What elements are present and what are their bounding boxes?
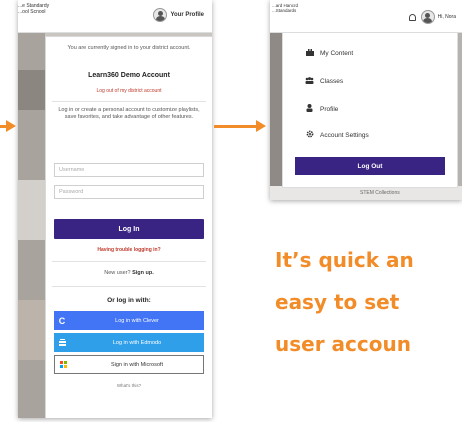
edmodo-label: Log in with Edmodo — [112, 339, 162, 346]
background-image — [18, 70, 45, 110]
arrow-middle — [214, 125, 258, 128]
edmodo-icon — [54, 333, 70, 352]
clever-icon: C — [58, 315, 66, 326]
district-name: ...ard Hancrd ...Standards — [272, 3, 299, 13]
user-icon — [305, 104, 314, 114]
clever-label: Log in with Clever — [115, 317, 159, 324]
new-user-text: New user? Sign up. — [46, 270, 212, 276]
menu-item-profile[interactable]: Profile — [305, 104, 338, 114]
profile-button[interactable]: Your Profile — [153, 8, 204, 22]
background-image — [18, 180, 45, 240]
edmodo-login-button[interactable]: Log in with Edmodo — [54, 333, 204, 352]
sign-in-screen: ...e Standardy ...ool Scnool Your Profil… — [18, 0, 212, 418]
divider — [52, 261, 206, 262]
arrow-left-head — [6, 120, 16, 132]
bell-icon[interactable] — [408, 13, 416, 21]
stem-collections-text: STEM Collections — [360, 190, 400, 196]
personal-account-message: Log in or create a personal account to c… — [58, 107, 200, 120]
briefcase-icon — [305, 48, 314, 58]
avatar-icon[interactable] — [420, 10, 435, 24]
background-image — [270, 32, 282, 200]
tagline-line: It’s quick an — [275, 248, 414, 272]
tagline: It’s quick an easy to set user accoun — [275, 240, 462, 366]
menu-item-label: Classes — [320, 78, 344, 85]
gear-icon — [305, 130, 314, 140]
microsoft-icon — [55, 355, 71, 374]
top-bar: ...e Standardy ...ool Scnool Your Profil… — [18, 0, 212, 33]
menu-item-classes[interactable]: Classes — [305, 77, 343, 86]
user-controls: Hi, Nora — [408, 10, 456, 24]
user-label: Hi, Nora — [437, 14, 456, 20]
signed-in-message: You are currently signed in to your dist… — [67, 45, 191, 51]
sign-up-link[interactable]: Sign up. — [132, 270, 154, 276]
users-icon — [305, 77, 314, 86]
whats-this-link[interactable]: What's this? — [46, 383, 212, 388]
account-name: Learn360 Demo Account — [88, 72, 170, 79]
microsoft-login-button[interactable]: Sign in with Microsoft — [54, 355, 204, 374]
menu-item-label: My Content — [320, 50, 354, 57]
logout-district-link[interactable]: Log out of my district account — [46, 88, 212, 94]
divider — [52, 101, 206, 102]
arrow-middle-head — [256, 120, 266, 132]
account-menu-screen: ...ard Hancrd ...Standards Hi, Nora My C… — [270, 0, 462, 200]
menu-item-account-settings[interactable]: Account Settings — [305, 130, 369, 140]
new-user-prefix: New user? — [104, 270, 131, 276]
menu-item-label: Profile — [320, 105, 339, 113]
divider — [52, 286, 206, 287]
avatar-icon — [153, 8, 168, 22]
login-button[interactable]: Log In — [54, 219, 204, 239]
or-login-with-heading: Or log in with: — [107, 297, 151, 304]
menu-item-label: Account Settings — [320, 131, 369, 139]
tagline-line: easy to set — [275, 290, 400, 314]
password-input[interactable]: Password — [54, 185, 204, 199]
microsoft-label: Sign in with Microsoft — [111, 361, 163, 368]
logout-button[interactable]: Log Out — [295, 157, 445, 175]
district-name: ...e Standardy ...ool Scnool — [18, 3, 50, 15]
username-input[interactable]: Username — [54, 163, 204, 177]
clever-login-button[interactable]: C Log in with Clever — [54, 311, 204, 330]
tagline-line: user accoun — [275, 332, 411, 356]
sign-in-panel: You are currently signed in to your dist… — [45, 36, 212, 418]
top-bar: ...ard Hancrd ...Standards Hi, Nora — [270, 0, 462, 33]
background-image — [18, 300, 45, 360]
profile-label: Your Profile — [170, 12, 204, 18]
menu-item-my-content[interactable]: My Content — [305, 48, 354, 58]
trouble-logging-in-link[interactable]: Having trouble logging in? — [46, 247, 212, 253]
account-menu: My Content Classes Profile Account Setti… — [282, 32, 458, 188]
